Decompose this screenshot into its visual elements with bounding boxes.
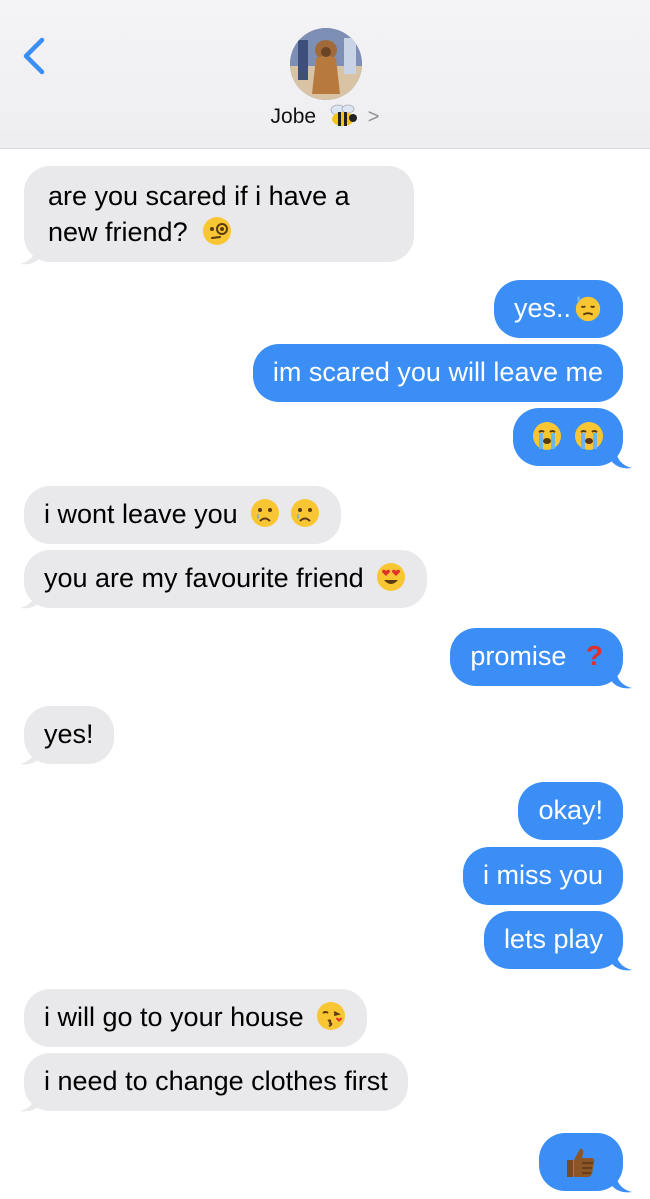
chevron-right-icon: > [367, 106, 380, 128]
incoming-message[interactable]: are you scared if i have a new friend? [24, 166, 414, 262]
outgoing-message[interactable]: im scared you will leave me [252, 344, 623, 402]
outgoing-message[interactable]: yes.. [493, 280, 623, 338]
outgoing-message[interactable]: okay! [518, 782, 623, 840]
bubble-tail [612, 668, 632, 689]
incoming-message[interactable]: i need to change clothes first [24, 1053, 408, 1111]
crying-face-icon [251, 499, 280, 527]
contact-name: Jobe [270, 105, 317, 128]
bubble-tail [20, 744, 40, 765]
outgoing-message[interactable] [513, 408, 623, 466]
message-text: yes! [44, 719, 94, 749]
outgoing-message[interactable]: i miss you [462, 847, 623, 905]
thumbs-up-icon [567, 1148, 595, 1177]
message-text: i will go to your house [44, 1002, 304, 1032]
downcast-sweat-face-icon [575, 294, 601, 322]
face-blowing-kiss-icon [317, 1002, 346, 1030]
message-text: promise [470, 641, 567, 671]
message-text: im scared you will leave me [272, 357, 603, 387]
contact-name-button[interactable]: Jobe > [0, 104, 650, 129]
incoming-message[interactable]: you are my favourite friend [24, 550, 428, 608]
message-text: you are my favourite friend [44, 563, 364, 593]
bubble-tail [612, 448, 632, 469]
heart-eyes-face-icon [377, 563, 406, 591]
message-text: lets play [503, 924, 603, 954]
bubble-tail [20, 588, 40, 609]
crying-face-icon [290, 499, 319, 527]
avatar-photo [290, 28, 362, 100]
red-question-mark-icon: ? [585, 640, 603, 671]
bubble-tail [20, 1091, 40, 1112]
outgoing-message[interactable] [539, 1133, 623, 1191]
outgoing-message[interactable]: promise ? [450, 628, 623, 686]
message-text: are you scared if i have a [48, 181, 350, 211]
contact-avatar[interactable] [290, 28, 362, 100]
loudly-crying-face-icon [575, 422, 603, 450]
back-button[interactable] [18, 36, 52, 76]
chevron-left-icon [23, 37, 45, 75]
conversation-header: Jobe > [0, 0, 650, 149]
bubble-tail [612, 1172, 632, 1193]
message-text: i need to change clothes first [44, 1066, 388, 1096]
incoming-message[interactable]: i wont leave you [24, 486, 341, 544]
message-text: new friend? [48, 217, 188, 247]
outgoing-message[interactable]: lets play [483, 911, 623, 969]
message-text: yes.. [513, 293, 571, 323]
bubble-tail [20, 244, 40, 265]
incoming-message[interactable]: i will go to your house [24, 989, 368, 1047]
loudly-crying-face-icon [533, 422, 562, 450]
bee-icon [330, 104, 357, 126]
message-text: i wont leave you [44, 499, 238, 529]
bubble-tail [612, 950, 632, 971]
message-text: i miss you [482, 860, 603, 890]
monocle-face-icon [203, 217, 232, 245]
message-text: okay! [538, 795, 603, 825]
